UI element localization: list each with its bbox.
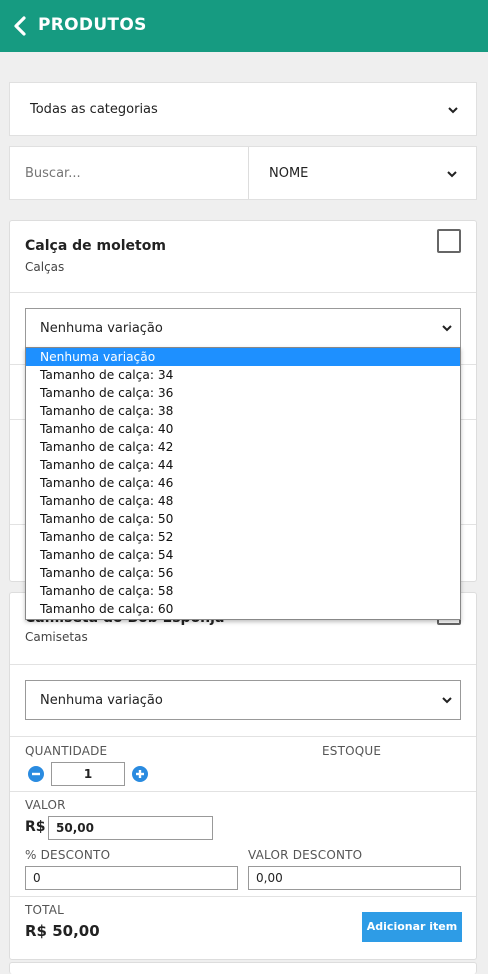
discount-percent-input[interactable]: 0 bbox=[25, 866, 238, 890]
page-title: PRODUTOS bbox=[38, 15, 147, 35]
search-box: NOME bbox=[9, 146, 477, 200]
dropdown-option[interactable]: Tamanho de calça: 58 bbox=[26, 582, 460, 600]
sort-select-value: NOME bbox=[269, 166, 309, 181]
chevron-down-icon bbox=[442, 697, 452, 704]
select-checkbox[interactable] bbox=[437, 229, 461, 253]
variation-select-value: Nenhuma variação bbox=[40, 321, 163, 336]
quantity-label: QUANTIDADE bbox=[25, 744, 108, 758]
discount-percent-label: % DESCONTO bbox=[25, 848, 111, 862]
price-label: VALOR bbox=[25, 798, 66, 812]
dropdown-option[interactable]: Tamanho de calça: 38 bbox=[26, 402, 460, 420]
increment-button[interactable] bbox=[132, 766, 148, 782]
product-category: Camisetas bbox=[25, 630, 88, 644]
search-input[interactable] bbox=[10, 147, 248, 199]
chevron-down-icon bbox=[442, 325, 452, 332]
discount-value-input[interactable]: 0,00 bbox=[248, 866, 461, 890]
price-input[interactable]: 50,00 bbox=[48, 816, 213, 840]
product-card: Camiseta do Bob Esponja Camisetas Nenhum… bbox=[9, 592, 477, 960]
currency-label: R$ bbox=[25, 819, 46, 835]
add-item-button[interactable]: Adicionar item bbox=[362, 912, 462, 942]
dropdown-option[interactable]: Tamanho de calça: 36 bbox=[26, 384, 460, 402]
app-header: PRODUTOS bbox=[0, 0, 488, 52]
dropdown-option[interactable]: Tamanho de calça: 60 bbox=[26, 600, 460, 618]
dropdown-option[interactable]: Tamanho de calça: 56 bbox=[26, 564, 460, 582]
discount-value-label: VALOR DESCONTO bbox=[248, 848, 363, 862]
discount-percent-value: 0 bbox=[33, 871, 41, 885]
discount-value-value: 0,00 bbox=[256, 871, 283, 885]
product-name: Calça de moletom bbox=[25, 238, 166, 254]
dropdown-option[interactable]: Tamanho de calça: 46 bbox=[26, 474, 460, 492]
dropdown-option[interactable]: Tamanho de calça: 34 bbox=[26, 366, 460, 384]
category-select[interactable]: Todas as categorias bbox=[9, 82, 477, 136]
dropdown-option[interactable]: Tamanho de calça: 50 bbox=[26, 510, 460, 528]
quantity-value: 1 bbox=[83, 767, 93, 781]
variation-select[interactable]: Nenhuma variação bbox=[25, 308, 461, 348]
back-arrow-icon[interactable] bbox=[8, 13, 34, 39]
divider bbox=[10, 736, 476, 737]
product-category: Calças bbox=[25, 260, 65, 274]
sort-select[interactable]: NOME bbox=[249, 147, 476, 199]
divider bbox=[10, 896, 476, 897]
chevron-down-icon bbox=[448, 107, 458, 114]
minus-icon bbox=[32, 772, 40, 776]
chevron-down-icon bbox=[447, 171, 457, 178]
total-value: R$ 50,00 bbox=[25, 922, 100, 940]
product-card bbox=[9, 962, 477, 974]
stock-label: ESTOQUE bbox=[322, 744, 382, 758]
plus-icon bbox=[136, 770, 144, 778]
dropdown-option[interactable]: Tamanho de calça: 44 bbox=[26, 456, 460, 474]
variation-select[interactable]: Nenhuma variação bbox=[25, 680, 461, 720]
price-value: 50,00 bbox=[56, 821, 94, 835]
dropdown-option[interactable]: Tamanho de calça: 54 bbox=[26, 546, 460, 564]
decrement-button[interactable] bbox=[28, 766, 44, 782]
variation-select-value: Nenhuma variação bbox=[40, 693, 163, 708]
dropdown-option[interactable]: Nenhuma variação bbox=[26, 348, 460, 366]
divider bbox=[10, 791, 476, 792]
quantity-input[interactable]: 1 bbox=[51, 762, 125, 786]
divider bbox=[10, 664, 476, 665]
category-select-value: Todas as categorias bbox=[30, 102, 158, 117]
dropdown-option[interactable]: Tamanho de calça: 48 bbox=[26, 492, 460, 510]
dropdown-option[interactable]: Tamanho de calça: 42 bbox=[26, 438, 460, 456]
dropdown-option[interactable]: Tamanho de calça: 52 bbox=[26, 528, 460, 546]
dropdown-option[interactable]: Tamanho de calça: 40 bbox=[26, 420, 460, 438]
divider bbox=[10, 292, 476, 293]
total-label: TOTAL bbox=[25, 903, 65, 917]
variation-dropdown-list[interactable]: Nenhuma variação Tamanho de calça: 34 Tama… bbox=[25, 347, 461, 620]
